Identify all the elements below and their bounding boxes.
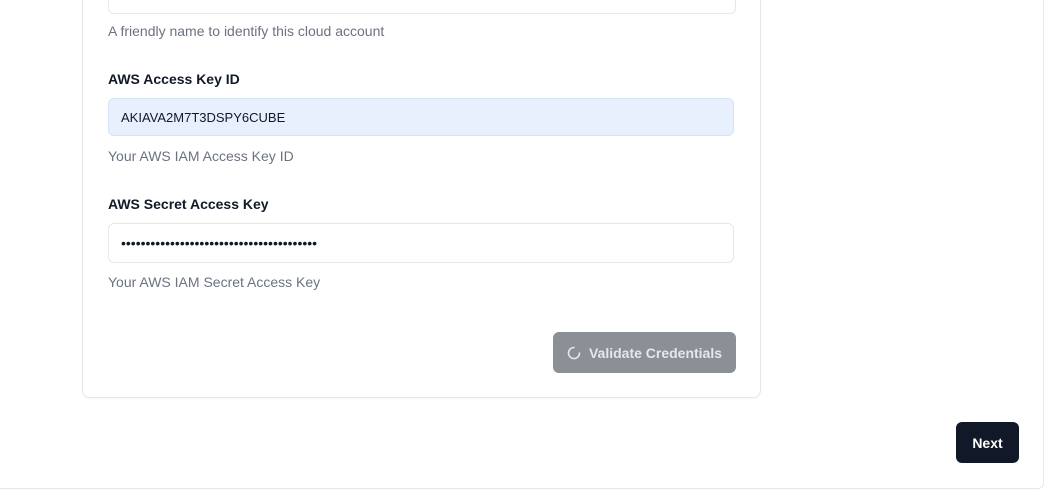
validate-credentials-button[interactable]: Validate Credentials [553,332,736,373]
loader-icon [567,346,581,360]
account-name-help: A friendly name to identify this cloud a… [108,23,385,39]
next-button[interactable]: Next [956,422,1019,463]
access-key-input[interactable] [108,98,734,136]
secret-key-input[interactable] [108,223,734,263]
access-key-label: AWS Access Key ID [108,71,240,87]
access-key-help: Your AWS IAM Access Key ID [108,148,294,164]
account-name-input[interactable] [108,0,736,14]
page: A friendly name to identify this cloud a… [0,0,1055,504]
validate-credentials-label: Validate Credentials [588,344,723,361]
secret-key-label: AWS Secret Access Key [108,196,269,212]
secret-key-help: Your AWS IAM Secret Access Key [108,274,321,290]
